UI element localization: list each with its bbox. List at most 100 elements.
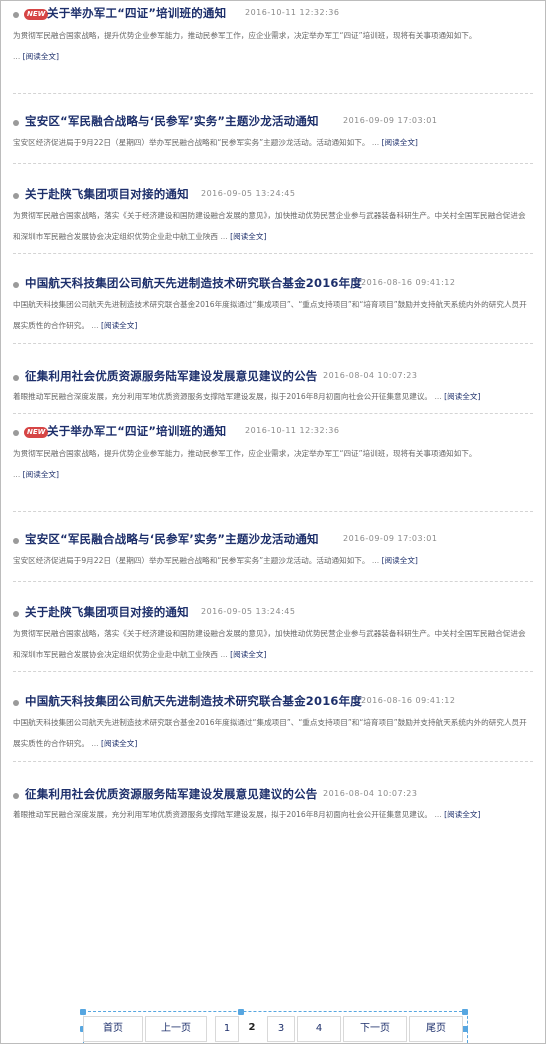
title-row: 征集利用社会优质资源服务陆军建设发展意见建议的公告 2016-08-04 10:0… (13, 366, 533, 388)
news-title-link[interactable]: 中国航天科技集团公司航天先进制造技术研究联合基金2016年度 (25, 693, 362, 709)
news-date: 2016-09-09 17:03:01 (343, 116, 438, 125)
news-summary: 为贯彻军民融合国家战略，落实《关于经济建设和国防建设融合发展的意见》，加快推动优… (13, 205, 533, 245)
pagination: 首页 上一页 1 2 3 4 下一页 尾页 (80, 1009, 468, 1044)
news-title-link[interactable]: 关于举办军工“四证”培训班的通知 (47, 5, 226, 21)
news-date: 2016-10-11 12:32:36 (245, 426, 340, 435)
ellipsis: ... (91, 739, 99, 748)
news-title-link[interactable]: 关于赴陕飞集团项目对接的通知 (25, 186, 189, 202)
news-date: 2016-09-09 17:03:01 (343, 534, 438, 543)
page-button-3[interactable]: 3 (267, 1016, 295, 1042)
ellipsis: ... (220, 650, 228, 659)
read-more-link[interactable]: [阅读全文] (444, 810, 480, 819)
dashed-divider (13, 761, 533, 762)
ellipsis: ... (434, 392, 442, 401)
news-date: 2016-08-16 09:41:12 (361, 278, 456, 287)
read-more-link[interactable]: [阅读全文] (230, 232, 266, 241)
summary-text: 为贯彻军民融合国家战略，提升优势企业参军能力，推动民参军工作，应企业需求，决定举… (13, 449, 477, 458)
news-summary: 为贯彻军民融合国家战略，提升优势企业参军能力，推动民参军工作，应企业需求，决定举… (13, 443, 533, 503)
news-summary: 中国航天科技集团公司航天先进制造技术研究联合基金2016年度拟通过“集成项目”、… (13, 712, 533, 752)
new-badge: NEW (24, 9, 49, 20)
summary-text: 宝安区经济促进局于9月22日（星期四）举办军民融合战略和“民参军实务”主题沙龙活… (13, 556, 370, 565)
news-title-link[interactable]: 关于举办军工“四证”培训班的通知 (47, 423, 226, 439)
resize-handle[interactable] (462, 1009, 468, 1015)
summary-text: 为贯彻军民融合国家战略，提升优势企业参军能力，推动民参军工作，应企业需求，决定举… (13, 31, 477, 40)
news-title-link[interactable]: 关于赴陕飞集团项目对接的通知 (25, 604, 189, 620)
dashed-divider (13, 511, 533, 512)
news-date: 2016-09-05 13:24:45 (201, 189, 296, 198)
next-page-button[interactable]: 下一页 (343, 1016, 407, 1042)
dashed-divider (13, 413, 533, 414)
resize-handle[interactable] (80, 1009, 86, 1015)
last-page-button[interactable]: 尾页 (409, 1016, 463, 1042)
summary-text: 着眼推动军民融合深度发展，充分利用军地优质资源服务支撑陆军建设发展，拟于2016… (13, 392, 433, 401)
summary-text: 为贯彻军民融合国家战略，落实《关于经济建设和国防建设融合发展的意见》，加快推动优… (13, 211, 526, 241)
title-row: NEW 关于举办军工“四证”培训班的通知 2016-10-11 12:32:36 (13, 3, 533, 25)
read-more-link[interactable]: [阅读全文] (101, 321, 137, 330)
page-button-1[interactable]: 1 (215, 1016, 239, 1042)
bullet-icon (13, 120, 19, 126)
page-button-current: 2 (241, 1016, 263, 1040)
ellipsis: ... (91, 321, 99, 330)
read-more-link[interactable]: [阅读全文] (23, 470, 59, 479)
news-title-link[interactable]: 中国航天科技集团公司航天先进制造技术研究联合基金2016年度 (25, 275, 362, 291)
ellipsis: ... (13, 470, 21, 479)
bullet-icon (13, 193, 19, 199)
page-button-4[interactable]: 4 (297, 1016, 341, 1042)
news-title-link[interactable]: 征集利用社会优质资源服务陆军建设发展意见建议的公告 (25, 786, 318, 802)
news-list-panel: NEW 关于举办军工“四证”培训班的通知 2016-10-11 12:32:36 为贯… (0, 0, 546, 1044)
ellipsis: ... (434, 810, 442, 819)
news-date: 2016-08-04 10:07:23 (323, 789, 418, 798)
read-more-link[interactable]: [阅读全文] (444, 392, 480, 401)
summary-text: 宝安区经济促进局于9月22日（星期四）举办军民融合战略和“民参军实务”主题沙龙活… (13, 138, 370, 147)
bullet-icon (13, 430, 19, 436)
news-summary: 着眼推动军民融合深度发展，充分利用军地优质资源服务支撑陆军建设发展，拟于2016… (13, 804, 533, 832)
bullet-icon (13, 282, 19, 288)
bullet-icon (13, 793, 19, 799)
news-title-link[interactable]: 征集利用社会优质资源服务陆军建设发展意见建议的公告 (25, 368, 318, 384)
ellipsis: ... (220, 232, 228, 241)
dashed-divider (13, 253, 533, 254)
title-row: 关于赴陕飞集团项目对接的通知 2016-09-05 13:24:45 (13, 184, 533, 206)
news-date: 2016-08-16 09:41:12 (361, 696, 456, 705)
title-row: NEW 关于举办军工“四证”培训班的通知 2016-10-11 12:32:36 (13, 421, 533, 443)
title-row: 关于赴陕飞集团项目对接的通知 2016-09-05 13:24:45 (13, 602, 533, 624)
bullet-icon (13, 375, 19, 381)
read-more-link[interactable]: [阅读全文] (23, 52, 59, 61)
news-title-link[interactable]: 宝安区“军民融合战略与‘民参军’实务”主题沙龙活动通知 (25, 531, 319, 547)
news-summary: 为贯彻军民融合国家战略，提升优势企业参军能力，推动民参军工作，应企业需求，决定举… (13, 25, 533, 85)
bullet-icon (13, 611, 19, 617)
news-date: 2016-09-05 13:24:45 (201, 607, 296, 616)
read-more-link[interactable]: [阅读全文] (382, 138, 418, 147)
read-more-link[interactable]: [阅读全文] (230, 650, 266, 659)
news-summary: 宝安区经济促进局于9月22日（星期四）举办军民融合战略和“民参军实务”主题沙龙活… (13, 132, 533, 160)
title-row: 中国航天科技集团公司航天先进制造技术研究联合基金2016年度 2016-08-16… (13, 273, 533, 295)
new-badge: NEW (24, 427, 49, 438)
news-summary: 中国航天科技集团公司航天先进制造技术研究联合基金2016年度拟通过“集成项目”、… (13, 294, 533, 334)
prev-page-button[interactable]: 上一页 (145, 1016, 207, 1042)
read-more-link[interactable]: [阅读全文] (382, 556, 418, 565)
ellipsis: ... (371, 556, 380, 565)
ellipsis: ... (371, 138, 380, 147)
bullet-icon (13, 12, 19, 18)
ellipsis: ... (13, 52, 21, 61)
news-summary: 宝安区经济促进局于9月22日（星期四）举办军民融合战略和“民参军实务”主题沙龙活… (13, 550, 533, 578)
resize-handle[interactable] (238, 1009, 244, 1015)
dashed-divider (13, 671, 533, 672)
news-date: 2016-08-04 10:07:23 (323, 371, 418, 380)
summary-text: 着眼推动军民融合深度发展，充分利用军地优质资源服务支撑陆军建设发展，拟于2016… (13, 810, 433, 819)
title-row: 宝安区“军民融合战略与‘民参军’实务”主题沙龙活动通知 2016-09-09 17… (13, 111, 533, 133)
title-row: 征集利用社会优质资源服务陆军建设发展意见建议的公告 2016-08-04 10:0… (13, 784, 533, 806)
dashed-divider (13, 581, 533, 582)
title-row: 宝安区“军民融合战略与‘民参军’实务”主题沙龙活动通知 2016-09-09 17… (13, 529, 533, 551)
first-page-button[interactable]: 首页 (83, 1016, 143, 1042)
news-date: 2016-10-11 12:32:36 (245, 8, 340, 17)
read-more-link[interactable]: [阅读全文] (101, 739, 137, 748)
bullet-icon (13, 538, 19, 544)
dashed-divider (13, 93, 533, 94)
news-summary: 为贯彻军民融合国家战略，落实《关于经济建设和国防建设融合发展的意见》，加快推动优… (13, 623, 533, 663)
news-title-link[interactable]: 宝安区“军民融合战略与‘民参军’实务”主题沙龙活动通知 (25, 113, 319, 129)
title-row: 中国航天科技集团公司航天先进制造技术研究联合基金2016年度 2016-08-16… (13, 691, 533, 713)
dashed-divider (13, 163, 533, 164)
bullet-icon (13, 700, 19, 706)
news-summary: 着眼推动军民融合深度发展，充分利用军地优质资源服务支撑陆军建设发展，拟于2016… (13, 386, 533, 414)
